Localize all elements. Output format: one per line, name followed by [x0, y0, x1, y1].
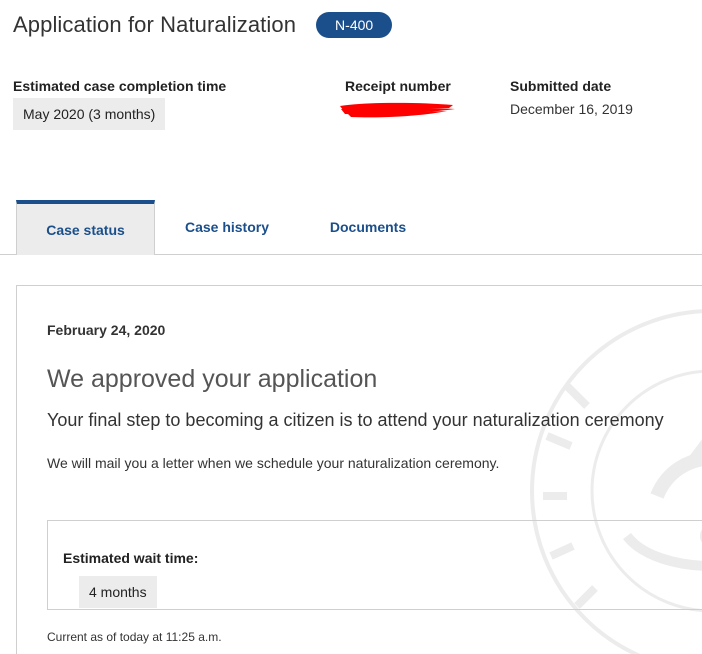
case-status-card: February 24, 2020 We approved your appli…	[16, 285, 702, 654]
receipt-number-block: Receipt number	[340, 78, 463, 118]
case-tabs: Case status Case history Documents	[0, 200, 702, 255]
completion-time-block: Estimated case completion time May 2020 …	[13, 78, 226, 130]
receipt-number-redaction	[340, 102, 463, 118]
submitted-date-value: December 16, 2019	[510, 101, 633, 117]
completion-time-value: May 2020 (3 months)	[13, 98, 166, 130]
current-as-of-text: Current as of today at 11:25 a.m.	[47, 630, 222, 644]
submitted-date-block: Submitted date December 16, 2019	[510, 78, 633, 117]
estimated-wait-label: Estimated wait time:	[63, 550, 199, 566]
page-title: Application for Naturalization	[13, 12, 297, 37]
receipt-number-label: Receipt number	[345, 78, 451, 94]
case-status-page: Application for Naturalization N-400 Est…	[0, 0, 702, 654]
tab-documents[interactable]: Documents	[312, 200, 424, 254]
status-description: We will mail you a letter when we schedu…	[47, 455, 500, 471]
estimated-wait-value: 4 months	[79, 576, 157, 608]
status-subheading: Your final step to becoming a citizen is…	[47, 410, 664, 430]
tab-case-history[interactable]: Case history	[170, 200, 284, 254]
status-date: February 24, 2020	[47, 322, 166, 338]
estimated-wait-box: Estimated wait time: 4 months	[47, 520, 702, 610]
tab-case-status[interactable]: Case status	[16, 200, 155, 255]
submitted-date-label: Submitted date	[510, 78, 612, 94]
title-row: Application for Naturalization N-400	[13, 12, 393, 38]
status-heading: We approved your application	[47, 365, 378, 393]
form-type-badge: N-400	[316, 12, 393, 38]
completion-time-label: Estimated case completion time	[13, 78, 227, 94]
